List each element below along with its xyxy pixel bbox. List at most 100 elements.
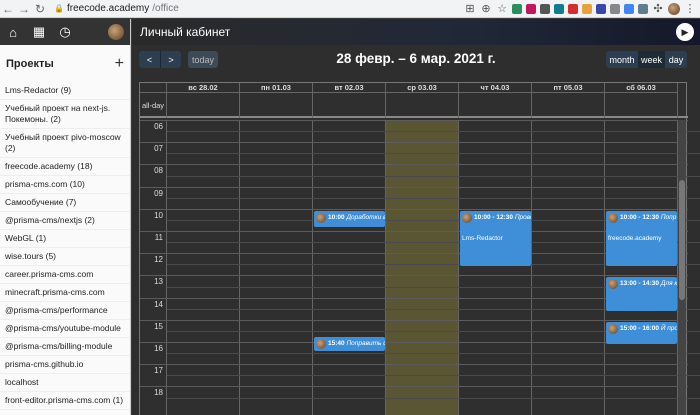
project-item[interactable]: Lms-Redactor (9) [0,82,130,100]
extension-icon[interactable] [638,3,648,14]
zoom-icon[interactable]: ⊕ [480,2,492,15]
day-view-button[interactable]: day [665,51,687,68]
allday-cell[interactable] [386,93,459,118]
calendar-event[interactable]: 10:00 - 12:30 Прове Lms-Redactor [460,210,531,267]
sidebar: ⌂ ▦ ◷ Проекты + Lms-Redactor (9) Учебный… [0,19,131,415]
project-item[interactable]: @prisma-cms/performance [0,302,130,320]
hour-label: 07 [154,144,163,154]
project-item[interactable]: @prisma-cms/billing-module [0,338,130,356]
month-view-button[interactable]: month [606,51,638,68]
hour-line [140,208,688,210]
hour-label: 13 [154,277,163,287]
event-avatar [316,338,326,349]
translate-icon[interactable]: ⊞ [464,2,476,15]
lock-icon: 🔒 [54,4,64,13]
scrollbar-thumb[interactable] [679,180,685,300]
next-week-button[interactable]: > [160,51,181,68]
project-item[interactable]: minecraft.prisma-cms.com [0,284,130,302]
add-project-button[interactable]: + [115,55,124,73]
allday-cell[interactable] [167,93,240,118]
event-time: 10:00 [328,213,347,221]
prev-week-button[interactable]: < [139,51,160,68]
project-item[interactable]: freecode.academy (18) [0,158,130,176]
project-item[interactable]: @prisma-cms/nextjs (2) [0,212,130,230]
url-path: /office [152,3,179,14]
project-item[interactable]: localhost [0,374,130,392]
allday-cell[interactable] [459,93,532,118]
event-avatar [316,212,326,223]
event-title: Попр [660,213,677,221]
dashboard-icon[interactable]: ▦ [32,24,46,39]
allday-cell[interactable] [605,93,678,118]
day-header: чт 04.03 [459,83,532,93]
day-header: сб 06.03 [605,83,678,93]
back-icon[interactable]: ← [0,0,16,18]
menu-dots-icon[interactable]: ⋮ [684,2,696,15]
calendar-event[interactable]: 13:00 - 14:30 Для к [606,277,677,311]
address-bar[interactable]: 🔒 freecode.academy/office [54,1,446,17]
project-item[interactable]: front-editor.prisma-cms.com (1) [0,392,130,410]
hour-line [140,386,688,388]
bookmark-star-icon[interactable]: ☆ [496,2,508,15]
extensions-bar: ⊞ ⊕ ☆ ✣ ⋮ [464,2,696,15]
allday-cell[interactable] [240,93,313,118]
hour-line [140,164,688,166]
time-grid: 06 07 08 09 10 11 12 13 14 15 16 17 18 10:00 Доработк… [140,120,700,415]
week-view-button[interactable]: week [638,51,665,68]
hour-line [140,275,688,277]
calendar-event[interactable]: 10:00 - 12:30 Попр freecode.academy [606,210,677,267]
hour-label: 12 [154,255,163,265]
half-hour-line [167,153,700,155]
user-avatar[interactable] [108,24,124,40]
main-panel: Личный кабинет ▶ < > today 28 февр. – 6 … [132,19,700,415]
extension-icon[interactable] [512,3,522,14]
puzzle-icon[interactable]: ✣ [652,2,664,15]
extension-icon[interactable] [568,3,578,14]
extension-icon[interactable] [526,3,536,14]
calendar-event[interactable]: 15:40 Поправить ф [314,336,385,351]
project-item[interactable]: wise.tours (5) [0,248,130,266]
project-item[interactable]: Учебный проект pivo-moscow (2) [0,129,130,158]
play-button[interactable]: ▶ [676,23,694,41]
extension-icon[interactable] [582,3,592,14]
reload-icon[interactable]: ↻ [32,0,48,18]
calendar-event[interactable]: 15:00 - 16:00 Й про [606,321,677,344]
timer-icon[interactable]: ◷ [58,24,72,39]
home-icon[interactable]: ⌂ [6,25,20,40]
hour-label: 14 [154,299,163,309]
hour-label: 08 [154,166,163,176]
project-item[interactable]: Самообучение (7) [0,194,130,212]
half-hour-line [167,175,700,177]
extension-icon[interactable] [624,3,634,14]
day-header: пн 01.03 [240,83,313,93]
event-time: 10:00 - 12:30 [474,213,515,221]
project-item[interactable]: Учебный проект на next-js. Покемоны. (2) [0,100,130,129]
project-item[interactable]: prisma-cms.github.io [0,356,130,374]
extension-icon[interactable] [554,3,564,14]
projects-title: Проекты [6,57,54,70]
project-item[interactable]: WebGL (1) [0,230,130,248]
event-project: Lms-Redactor [462,234,503,242]
today-button[interactable]: today [188,51,218,68]
extension-icon[interactable] [540,3,550,14]
hour-line [140,186,688,188]
hour-label: 06 [154,122,163,131]
hour-label: 09 [154,188,163,198]
project-item[interactable]: career.prisma-cms.com [0,266,130,284]
forward-icon[interactable]: → [16,0,32,18]
extension-icon[interactable] [596,3,606,14]
hour-line [140,120,688,121]
half-hour-line [167,353,700,355]
half-hour-line [167,375,700,377]
project-item[interactable]: @prisma-cms/youtube-module [0,320,130,338]
allday-cell[interactable] [532,93,605,118]
calendar-event[interactable]: 10:00 Доработки в [314,210,385,228]
profile-avatar[interactable] [668,2,680,15]
event-title: Прове [514,213,531,221]
event-title: Для к [660,280,677,288]
event-avatar [608,279,618,290]
allday-cell[interactable] [313,93,386,118]
extension-icon[interactable] [610,3,620,14]
project-item[interactable]: prisma-cms.com (10) [0,176,130,194]
calendar-scrollbar[interactable] [678,120,686,415]
